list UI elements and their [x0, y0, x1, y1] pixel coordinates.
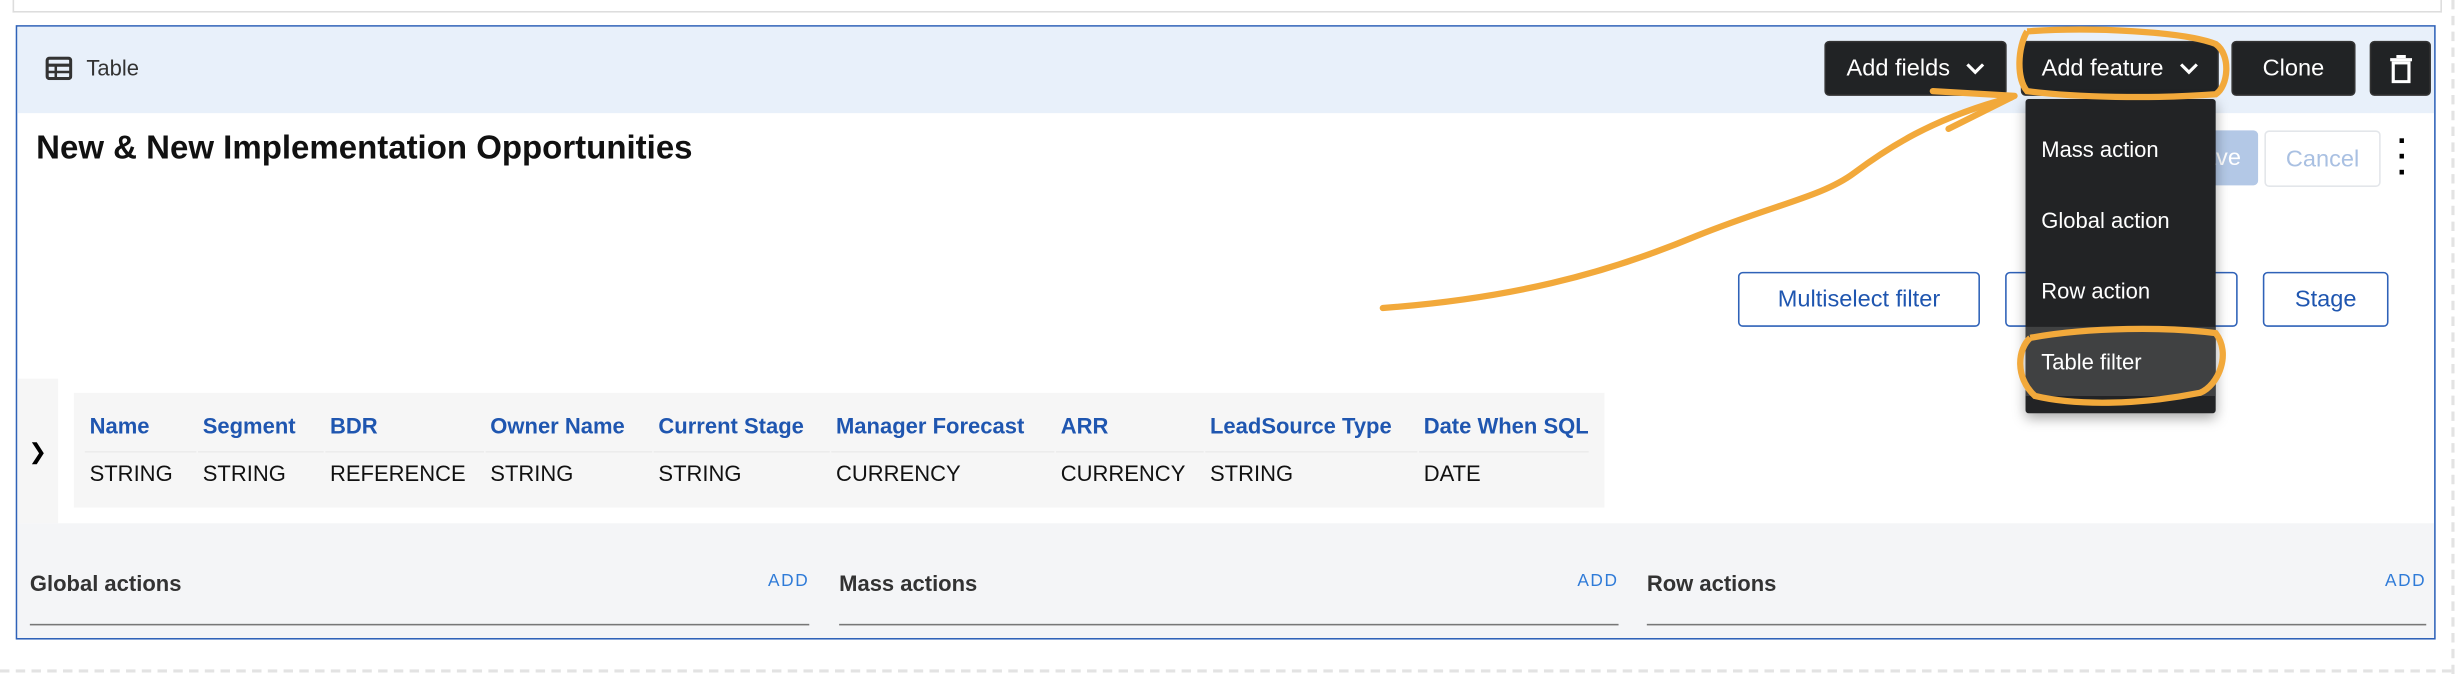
chevron-down-icon — [2179, 62, 2198, 74]
menu-item-table-filter[interactable]: Table filter — [2025, 326, 2216, 396]
column-type: STRING — [658, 460, 742, 486]
delete-button[interactable] — [2369, 40, 2431, 96]
column-header: ARR — [1060, 413, 1109, 439]
menu-item-global-action[interactable]: Global action — [2026, 185, 2216, 254]
add-row-action-link[interactable]: ADD — [2385, 572, 2426, 591]
divider — [485, 450, 653, 453]
table-column[interactable]: Name STRING — [84, 393, 203, 508]
column-header: Name — [89, 413, 150, 439]
multiselect-filter-button[interactable]: Multiselect filter — [1737, 271, 1980, 327]
cancel-button[interactable]: Cancel — [2264, 130, 2381, 187]
column-type: CURRENCY — [835, 460, 961, 486]
trash-icon — [2389, 54, 2412, 83]
add-feature-dropdown: Mass action Global action Row action Tab… — [2025, 98, 2216, 414]
add-feature-label: Add feature — [2041, 54, 2164, 82]
add-feature-button[interactable]: Add feature — [2020, 40, 2219, 96]
chevron-down-icon — [1966, 62, 1985, 74]
column-type: REFERENCE — [329, 460, 466, 486]
divider — [325, 450, 484, 453]
divider — [1055, 450, 1204, 453]
column-header: BDR — [329, 413, 378, 439]
column-header: Current Stage — [658, 413, 804, 439]
column-type: STRING — [89, 460, 173, 486]
column-type: CURRENCY — [1060, 460, 1186, 486]
divider — [653, 450, 830, 453]
divider — [1418, 450, 1589, 453]
actions-section: Global actions ADD Mass actions ADD Row … — [17, 523, 2435, 638]
column-header: Manager Forecast — [835, 413, 1025, 439]
row-actions-label: Row actions — [1646, 570, 1777, 596]
table-fields-grid: Name STRING Segment STRING BDR REFERENCE Owner… — [73, 392, 1605, 508]
add-fields-label: Add fields — [1846, 54, 1951, 82]
divider — [84, 450, 197, 453]
column-type: DATE — [1423, 460, 1481, 486]
row-actions-section: Row actions ADD — [1646, 567, 2427, 626]
menu-item-mass-action[interactable]: Mass action — [2026, 115, 2216, 184]
table-column[interactable]: LeadSource Type STRING — [1205, 393, 1424, 508]
table-column[interactable]: Date When SQL DATE — [1418, 393, 1595, 508]
add-fields-button[interactable]: Add fields — [1824, 40, 2007, 96]
table-column[interactable]: Current Stage STRING — [653, 393, 836, 508]
column-type: STRING — [202, 460, 286, 486]
divider — [1205, 450, 1418, 453]
table-icon — [45, 55, 73, 80]
table-column[interactable]: Owner Name STRING — [485, 393, 658, 508]
divider — [2451, 0, 2455, 674]
add-mass-action-link[interactable]: ADD — [1577, 572, 1618, 591]
expand-button[interactable]: ❯ — [17, 378, 59, 524]
chevron-right-icon: ❯ — [28, 437, 47, 463]
table-column[interactable]: Segment STRING — [197, 393, 330, 508]
table-column[interactable]: BDR REFERENCE — [325, 393, 490, 508]
add-global-action-link[interactable]: ADD — [768, 572, 809, 591]
global-actions-label: Global actions — [29, 570, 182, 596]
table-column[interactable]: Manager Forecast CURRENCY — [831, 393, 1061, 508]
clone-button[interactable]: Clone — [2231, 40, 2356, 96]
clone-label: Clone — [2262, 54, 2325, 82]
column-header: Owner Name — [490, 413, 625, 439]
more-options-icon[interactable]: · · · — [2395, 126, 2411, 189]
column-header: Date When SQL — [1423, 413, 1589, 439]
divider — [0, 669, 2452, 673]
global-actions-section: Global actions ADD — [29, 567, 810, 626]
column-header: LeadSource Type — [1209, 413, 1392, 439]
stage-filter-button[interactable]: Stage — [2262, 271, 2389, 327]
mass-actions-label: Mass actions — [839, 570, 978, 596]
table-column[interactable]: ARR CURRENCY — [1055, 393, 1210, 508]
panel-header-title: Table — [45, 54, 140, 81]
previous-card — [12, 0, 2442, 13]
column-type: STRING — [1209, 460, 1294, 486]
divider — [831, 450, 1055, 453]
column-type: STRING — [490, 460, 574, 486]
menu-item-row-action[interactable]: Row action — [2026, 256, 2216, 325]
column-header: Segment — [202, 413, 296, 439]
page-title: New & New Implementation Opportunities — [36, 130, 693, 167]
panel-type-label: Table — [86, 54, 140, 81]
divider — [197, 450, 324, 453]
mass-actions-section: Mass actions ADD — [839, 567, 1619, 626]
